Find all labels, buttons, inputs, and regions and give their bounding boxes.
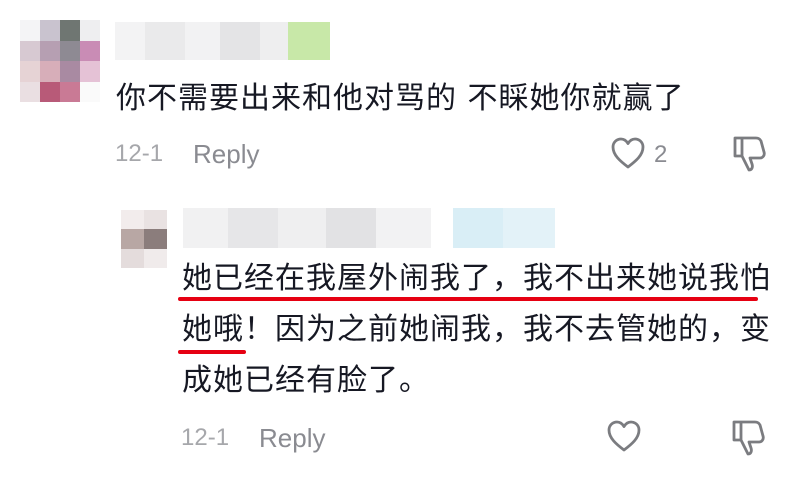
comment-text-line-1: 她已经在我屋外闹我了，我不出来她说我怕 (182, 261, 771, 296)
like-count: 2 (654, 141, 668, 168)
reply-button[interactable]: Reply (193, 139, 259, 170)
comment-text-line-3: 成她已经有脸了。 (182, 363, 430, 398)
username-blurred[interactable] (183, 208, 555, 248)
highlight-underline-1 (178, 297, 758, 301)
comment-date: 12-1 (115, 140, 164, 167)
heart-outline-icon[interactable] (606, 419, 642, 453)
thumbs-down-icon[interactable] (729, 418, 767, 458)
avatar[interactable] (121, 210, 167, 268)
heart-outline-icon[interactable] (610, 136, 646, 170)
comment-text-line-2: 她哦！因为之前她闹我，我不去管她的，变 (182, 312, 771, 347)
avatar[interactable] (20, 20, 100, 102)
username-blurred[interactable] (115, 22, 330, 60)
comment-2-reply: 她已经在我屋外闹我了，我不出来她说我怕 她哦！因为之前她闹我，我不去管她的，变 … (0, 190, 800, 484)
comment-text: 你不需要出来和他对骂的 不睬她你就赢了 (116, 81, 685, 116)
highlight-underline-2 (178, 350, 246, 354)
comment-date: 12-1 (181, 424, 230, 451)
thumbs-down-icon[interactable] (730, 134, 768, 174)
reply-button[interactable]: Reply (259, 423, 325, 454)
comment-1: 你不需要出来和他对骂的 不睬她你就赢了 12-1 Reply 2 (0, 0, 800, 190)
